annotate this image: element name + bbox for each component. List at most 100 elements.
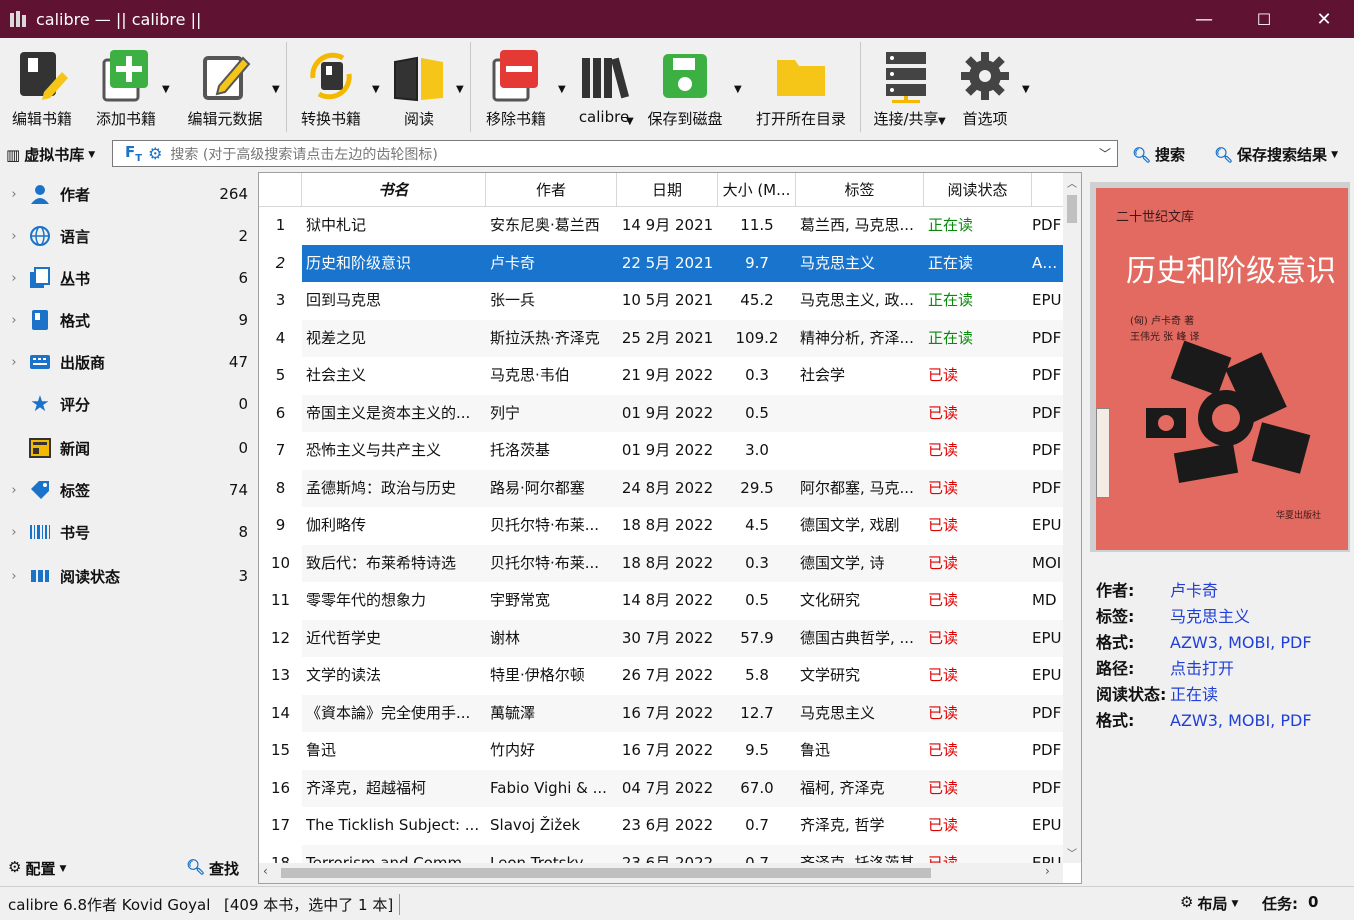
save-to-disk-button[interactable]: 保存到磁盘 ▼ [644, 38, 742, 138]
author-link[interactable]: 卢卡奇 [1170, 578, 1218, 604]
tag-category-rating[interactable]: ★ 评分 0 [0, 384, 258, 424]
expand-chevron-icon[interactable]: › [0, 569, 28, 584]
column-header-title[interactable]: 书名 [302, 173, 486, 207]
cell-status: 已读 [928, 591, 959, 609]
preferences-button[interactable]: 首选项 ▼ [952, 38, 1030, 138]
search-input[interactable]: FT ⚙ 搜索 (对于高级搜索请点击左边的齿轮图标) ﹀ [112, 140, 1118, 167]
edit-metadata-button[interactable]: 编辑元数据 ▼ [182, 38, 280, 138]
tag-category-tags[interactable]: › 标签 74 [0, 470, 258, 510]
scrollbar-thumb[interactable] [1067, 195, 1077, 223]
tag-category-publishers[interactable]: › 出版商 47 [0, 342, 258, 382]
tag-category-news[interactable]: 新闻 0 [0, 428, 258, 468]
open-folder-button[interactable]: 打开所在目录 [752, 38, 850, 138]
edit-metadata-dropdown-icon[interactable]: ▼ [272, 84, 280, 95]
jobs-indicator[interactable]: 任务: 0 [1262, 893, 1318, 914]
connect-share-button[interactable]: 连接/共享 ▼ [868, 38, 946, 138]
scroll-down-icon[interactable]: ﹀ [1067, 845, 1077, 860]
maximize-button[interactable]: ☐ [1234, 0, 1294, 38]
table-row[interactable]: 10 致后代：布莱希特诗选 贝托尔特·布莱... 18 8月 2022 0.3 德国文学,… [259, 544, 1063, 582]
table-row[interactable]: 16 齐泽克，超越福柯 Fabio Vighi & ... 04 7月 2022 67.… [259, 769, 1063, 807]
cell-title: 伽利略传 [306, 516, 367, 534]
calibre-library-button[interactable]: calibre ▼ [572, 38, 636, 138]
tag-category-read-status[interactable]: › 阅读状态 3 [0, 556, 258, 596]
book-cover[interactable]: 二十世纪文库 历史和阶级意识 (匈) 卢卡奇 著 王伟光 张 峰 译 华夏出版社 [1090, 182, 1350, 552]
column-header-tags[interactable]: 标签 [796, 173, 924, 207]
table-row[interactable]: 17 The Ticklish Subject: ... Slavoj Žižek 2… [259, 807, 1063, 845]
formats-link[interactable]: AZW3, MOBI, PDF [1170, 708, 1312, 734]
edit-book-button[interactable]: 编辑书籍 [4, 38, 80, 138]
table-row[interactable]: 2历史和阶级意识 卢卡奇 22 5月 2021 9.7 马克思主义 正在读 AZW [259, 244, 1063, 282]
table-row[interactable]: 7 恐怖主义与共产主义 托洛茨基 01 9月 2022 3.0 已读 PDF [259, 432, 1063, 470]
tag-category-formats[interactable]: › 格式 9 [0, 300, 258, 340]
vertical-scrollbar[interactable]: ︿ ﹀ [1063, 173, 1081, 863]
connect-dropdown-icon[interactable]: ▼ [938, 116, 946, 127]
column-header-formats[interactable] [1032, 173, 1063, 207]
table-row[interactable]: 12 近代哲学史 谢林 30 7月 2022 57.9 德国古典哲学, ... 已读 EPU [259, 619, 1063, 657]
table-row[interactable]: 1 狱中札记 安东尼奥·葛兰西 14 9月 2021 11.5 葛兰西, 马克思... 正在… [259, 207, 1063, 245]
scrollbar-thumb[interactable] [281, 868, 931, 878]
table-row[interactable]: 5 社会主义 马克思·韦伯 21 9月 2022 0.3 社会学 已读 PDF [259, 357, 1063, 395]
tag-category-authors[interactable]: › 作者 264 [0, 174, 258, 214]
cell-title: 帝国主义是资本主义的... [306, 403, 471, 422]
fts-icon[interactable]: FT [125, 143, 142, 164]
save-search-button[interactable]: 🔍︎ 保存搜索结果 ▼ [1214, 144, 1338, 165]
advanced-search-gear-icon[interactable]: ⚙ [148, 144, 162, 163]
table-row[interactable]: 3 回到马克思 张一兵 10 5月 2021 45.2 马克思主义, 政... 正在读 EPU [259, 282, 1063, 320]
read-status-link[interactable]: 正在读 [1170, 682, 1218, 708]
remove-dropdown-icon[interactable]: ▼ [558, 84, 566, 95]
column-header-date[interactable]: 日期 [617, 173, 718, 207]
close-button[interactable]: ✕ [1294, 0, 1354, 38]
table-row[interactable]: 9 伽利略传 贝托尔特·布莱... 18 8月 2022 4.5 德国文学, 戏剧 已读 EP… [259, 507, 1063, 545]
expand-chevron-icon[interactable]: › [0, 229, 28, 244]
tag-category-isbn[interactable]: › 书号 8 [0, 512, 258, 552]
save-dropdown-icon[interactable]: ▼ [734, 84, 742, 95]
minimize-button[interactable]: — [1174, 0, 1234, 38]
table-row[interactable]: 6 帝国主义是资本主义的... 列宁 01 9月 2022 0.5 已读 PDF [259, 394, 1063, 432]
remove-book-button[interactable]: 移除书籍 ▼ [478, 38, 566, 138]
virtual-library-button[interactable]: ▥ 虚拟书库 ▼ [6, 144, 95, 165]
column-header-author[interactable]: 作者 [486, 173, 617, 207]
horizontal-scrollbar[interactable]: ‹ › [259, 863, 1063, 883]
formats-link[interactable]: AZW3, MOBI, PDF [1170, 630, 1312, 656]
configure-button[interactable]: ⚙ 配置 ▼ [8, 858, 66, 879]
convert-book-button[interactable]: 转换书籍 ▼ [294, 38, 380, 138]
convert-dropdown-icon[interactable]: ▼ [372, 84, 380, 95]
read-dropdown-icon[interactable]: ▼ [456, 84, 464, 95]
add-book-button[interactable]: 添加书籍 ▼ [84, 38, 170, 138]
read-book-button[interactable]: 阅读 ▼ [384, 38, 464, 138]
cell-title: 近代哲学史 [306, 628, 382, 647]
scroll-right-icon[interactable]: › [1045, 864, 1050, 878]
path-link[interactable]: 点击打开 [1170, 656, 1234, 682]
expand-chevron-icon[interactable]: › [0, 483, 28, 498]
table-row[interactable]: 14 《資本論》完全使用手... 萬毓澤 16 7月 2022 12.7 马克思主义 已读 P… [259, 694, 1063, 732]
tag-category-languages[interactable]: › 语言 2 [0, 216, 258, 256]
expand-chevron-icon[interactable]: › [0, 355, 28, 370]
tag-category-series[interactable]: › 丛书 6 [0, 258, 258, 298]
table-row[interactable]: 4 视差之见 斯拉沃热·齐泽克 25 2月 2021 109.2 精神分析, 齐泽... 正… [259, 319, 1063, 357]
find-button[interactable]: 🔍︎ 查找 [186, 858, 239, 879]
calibre-dropdown-icon[interactable]: ▼ [626, 116, 634, 127]
search-history-dropdown-icon[interactable]: ﹀ [1099, 145, 1111, 162]
layout-button[interactable]: ⚙ 布局 ▼ [1180, 893, 1238, 914]
scroll-up-icon[interactable]: ︿ [1067, 175, 1077, 190]
expand-chevron-icon[interactable]: › [0, 271, 28, 286]
cell-fmt: AZW [1032, 253, 1063, 272]
column-header-size[interactable]: 大小 (M... [718, 173, 796, 207]
table-row[interactable]: 8 孟德斯鸠：政治与历史 路易·阿尔都塞 24 8月 2022 29.5 阿尔都塞, 马克… [259, 469, 1063, 507]
cell-tags: 鲁迅 [800, 741, 831, 759]
table-row[interactable]: 15 鲁迅 竹内好 16 7月 2022 9.5 鲁迅 已读 PDF [259, 732, 1063, 770]
expand-chevron-icon[interactable]: › [0, 525, 28, 540]
tags-link[interactable]: 马克思主义 [1170, 604, 1250, 630]
search-button[interactable]: 🔍︎ 搜索 [1132, 144, 1185, 165]
preferences-dropdown-icon[interactable]: ▼ [1022, 84, 1030, 95]
table-row[interactable]: 13 文学的读法 特里·伊格尔顿 26 7月 2022 5.8 文学研究 已读 EPU [259, 657, 1063, 695]
expand-chevron-icon[interactable]: › [0, 313, 28, 328]
scroll-left-icon[interactable]: ‹ [263, 864, 268, 878]
expand-chevron-icon[interactable]: › [0, 187, 28, 202]
cell-size: 9.5 [745, 741, 769, 759]
column-header-read-status[interactable]: 阅读状态 [924, 173, 1032, 207]
add-book-dropdown-icon[interactable]: ▼ [162, 84, 170, 95]
cell-author: 特里·伊格尔顿 [490, 666, 585, 684]
cell-status: 已读 [928, 553, 959, 572]
table-row[interactable]: 11 零零年代的想象力 宇野常宽 14 8月 2022 0.5 文化研究 已读 MD [259, 582, 1063, 620]
